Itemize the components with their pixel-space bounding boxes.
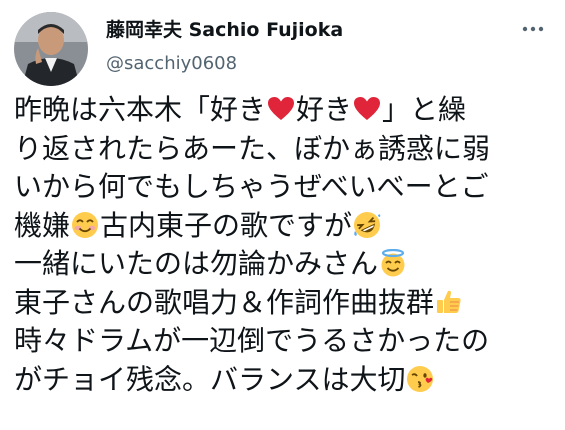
tweet-text: 昨晩は六本木「好き 好き 」と繰 り返されたらあーた、ぼかぁ誘惑に弱 いから何でもし… (14, 91, 554, 399)
author-handle[interactable]: @sacchiy0608 (106, 52, 343, 76)
tweet-card: 藤岡幸夫 Sachio Fujioka @sacchiy0608 昨晩は六本木「… (0, 0, 565, 430)
smiling-face-with-halo-icon (379, 249, 407, 277)
tweet-line-8: がチョイ残念。バランスは大切 (14, 361, 554, 400)
face-blowing-kiss-icon (406, 365, 434, 393)
text-segment: 一緒にいたのは勿論かみさん (14, 247, 379, 280)
avatar[interactable] (14, 12, 88, 86)
tweet-line-6: 東子さんの歌唱力＆作詞作曲抜群 (14, 284, 554, 323)
text-segment: 」と繰 (382, 93, 467, 126)
text-segment: 昨晩は六本木「好き (14, 93, 267, 126)
text-segment: がチョイ残念。バランスは大切 (14, 362, 406, 396)
text-segment: 好き (296, 93, 353, 126)
tweet-line-2: り返されたらあーた、ぼかぁ誘惑に弱 (14, 131, 491, 165)
tweet-line-1: 昨晩は六本木「好き 好き 」と繰 (14, 91, 554, 130)
author-block: 藤岡幸夫 Sachio Fujioka @sacchiy0608 (106, 18, 343, 76)
more-options-icon[interactable] (515, 16, 551, 42)
smiling-face-icon (71, 211, 99, 239)
tweet-line-7: 時々ドラムが一辺倒でうるさかったの (14, 324, 490, 357)
text-segment: 東子さんの歌唱力＆作詞作曲抜群 (14, 285, 435, 319)
thumbs-up-icon (435, 288, 463, 316)
tweet-line-3: いから何でもしちゃうぜべいべーとご (14, 170, 489, 203)
red-heart-icon (267, 95, 295, 123)
rolling-on-floor-laughing-icon (353, 211, 381, 239)
tweet-line-4: 機嫌 古内東子の歌ですが (14, 207, 554, 246)
red-heart-icon (353, 95, 381, 123)
text-segment: 機嫌 (14, 208, 71, 242)
tweet-line-5: 一緒にいたのは勿論かみさん (14, 245, 554, 284)
author-display-name[interactable]: 藤岡幸夫 Sachio Fujioka (106, 18, 343, 42)
text-segment: 古内東子の歌ですが (100, 208, 353, 242)
